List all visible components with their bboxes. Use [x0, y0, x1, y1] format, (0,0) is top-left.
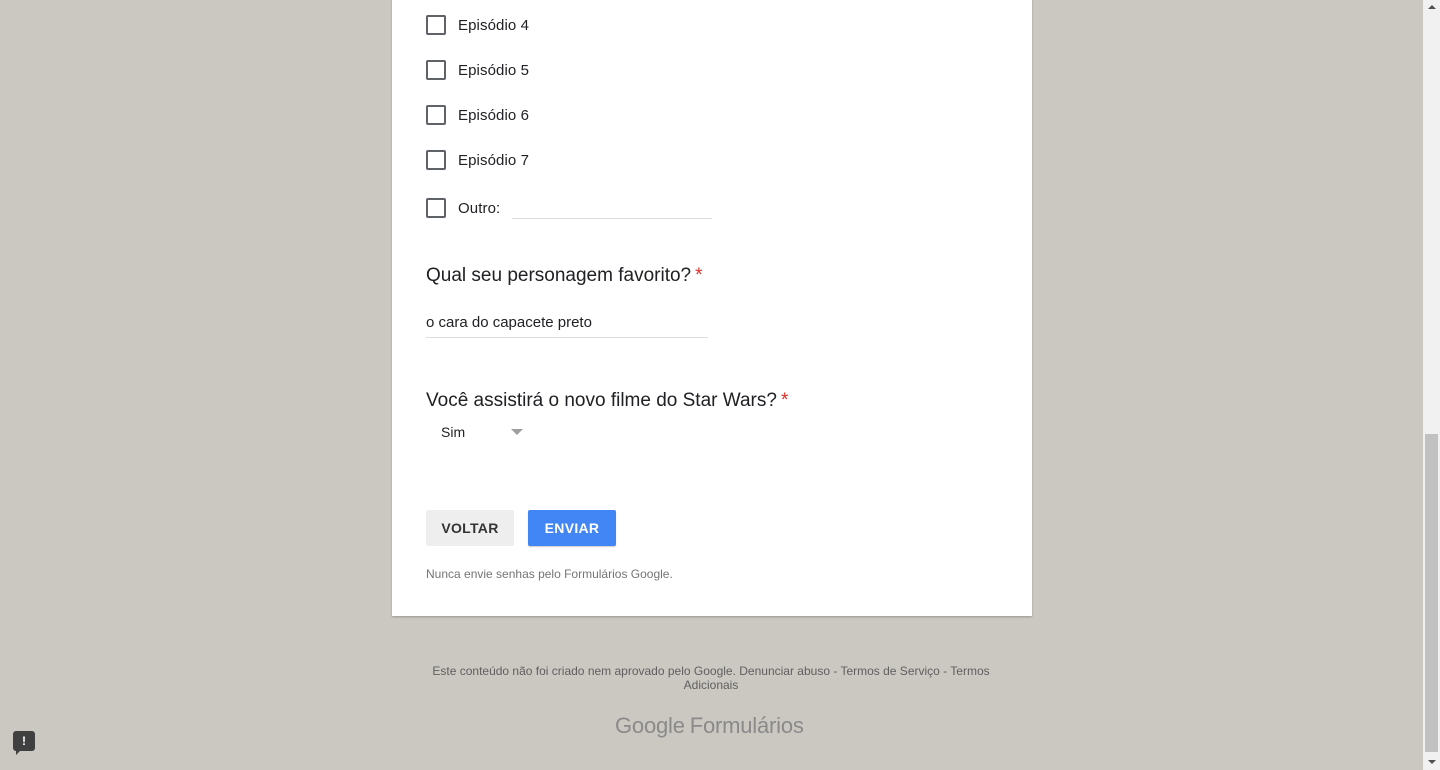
- separator: -: [939, 664, 951, 678]
- page: Episódio 4 Episódio 5 Episódio 6 Episódi…: [0, 0, 1440, 770]
- option-episode-6[interactable]: Episódio 6: [426, 103, 529, 127]
- checkbox[interactable]: [426, 150, 446, 170]
- report-issue-button[interactable]: !: [13, 731, 35, 755]
- option-episode-7[interactable]: Episódio 7: [426, 148, 529, 172]
- option-label: Episódio 5: [458, 61, 530, 79]
- option-label: Episódio 6: [458, 106, 530, 124]
- submit-button[interactable]: ENVIAR: [528, 510, 616, 546]
- back-button[interactable]: VOLTAR: [426, 510, 514, 546]
- question-text: Qual seu personagem favorito?: [426, 265, 692, 286]
- scroll-up-icon[interactable]: [1428, 5, 1436, 9]
- dropdown-selected-value: Sim: [441, 424, 466, 440]
- report-issue-icon: !: [22, 734, 26, 748]
- question-title-character: Qual seu personagem favorito? *: [426, 265, 703, 287]
- brand-google: Google: [615, 713, 685, 738]
- form-card: Episódio 4 Episódio 5 Episódio 6 Episódi…: [392, 0, 1032, 616]
- other-text-input[interactable]: [512, 200, 712, 219]
- option-episode-4[interactable]: Episódio 4: [426, 13, 529, 37]
- option-other[interactable]: Outro:: [426, 196, 500, 220]
- disclaimer-text: Este conteúdo não foi criado nem aprovad…: [432, 664, 736, 678]
- required-mark: *: [695, 265, 703, 286]
- brand-product: Formulários: [689, 713, 804, 738]
- option-label: Episódio 7: [458, 151, 530, 169]
- report-abuse-link[interactable]: Denunciar abuso: [739, 664, 830, 678]
- google-forms-logo[interactable]: Google Formulários: [615, 713, 804, 739]
- question-title-movie: Você assistirá o novo filme do Star Wars…: [426, 390, 788, 412]
- scroll-thumb[interactable]: [1425, 434, 1438, 752]
- option-label: Outro:: [458, 199, 501, 217]
- scrollbar[interactable]: [1423, 0, 1440, 770]
- character-answer-input[interactable]: o cara do capacete preto: [426, 314, 708, 338]
- option-label: Episódio 4: [458, 16, 530, 34]
- scroll-down-icon[interactable]: [1428, 760, 1436, 764]
- terms-service-link[interactable]: Termos de Serviço: [840, 664, 939, 678]
- option-episode-5[interactable]: Episódio 5: [426, 58, 529, 82]
- separator: -: [830, 664, 841, 678]
- question-text: Você assistirá o novo filme do Star Wars…: [426, 390, 777, 411]
- footer-disclaimer: Este conteúdo não foi criado nem aprovad…: [420, 664, 1002, 692]
- required-mark: *: [780, 390, 789, 411]
- checkbox[interactable]: [426, 15, 446, 35]
- bubble-tail: [16, 751, 20, 755]
- checkbox[interactable]: [426, 198, 446, 218]
- checkbox[interactable]: [426, 105, 446, 125]
- dropdown-arrow-icon: [511, 429, 523, 435]
- checkbox[interactable]: [426, 60, 446, 80]
- password-warning: Nunca envie senhas pelo Formulários Goog…: [426, 567, 673, 581]
- movie-answer-dropdown[interactable]: Sim: [426, 420, 526, 444]
